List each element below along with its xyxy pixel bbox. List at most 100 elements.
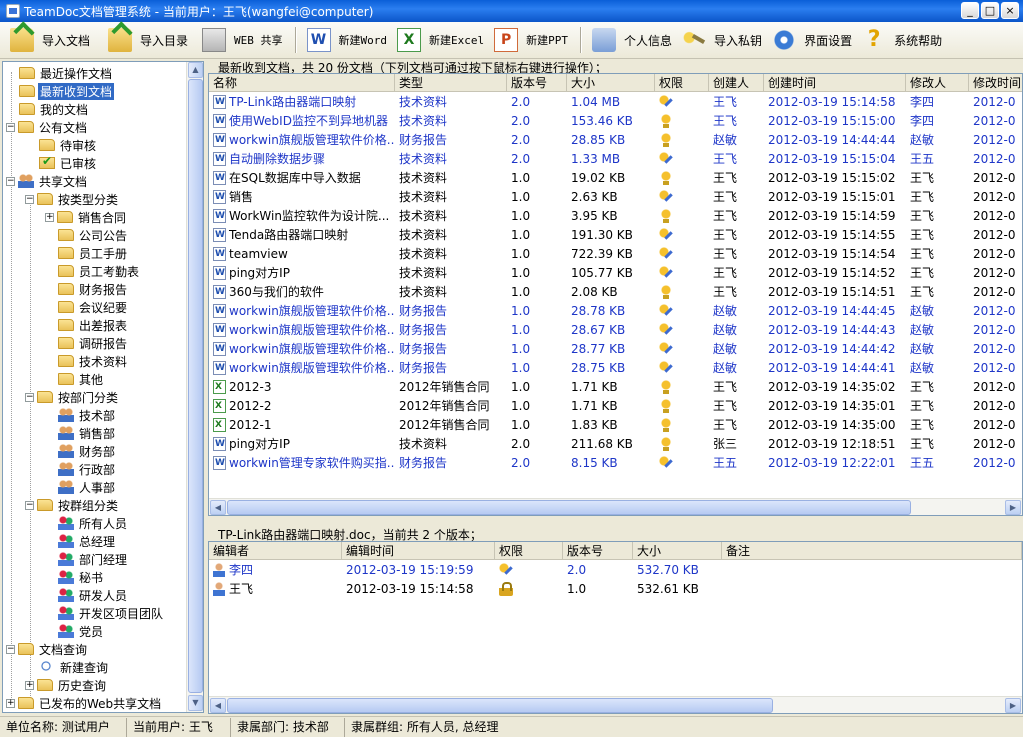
tree-item-group[interactable]: 所有人员 <box>58 514 129 532</box>
personal-info-button[interactable]: 个人信息 <box>588 25 678 55</box>
new-excel-button[interactable]: X 新建Excel <box>393 25 490 55</box>
tree-item-dept[interactable]: 技术部 <box>58 406 117 424</box>
scroll-down-arrow[interactable]: ▼ <box>188 695 203 711</box>
table-row[interactable]: 2012-1 2012年销售合同 1.0 1.83 KB 王飞 2012-03-19 14… <box>209 416 1022 435</box>
versions-horizontal-scrollbar[interactable]: ◀ ▶ <box>209 696 1022 713</box>
table-row[interactable]: 使用WebID监控不到异地机器技术资料 2.0 153.46 KB 王飞 2012-03… <box>209 112 1022 131</box>
tree-vertical-scrollbar[interactable]: ▲ ▼ <box>186 62 203 712</box>
column-header-modifier[interactable]: 修改人 <box>906 74 969 92</box>
collapse-toggle[interactable]: − <box>6 644 15 654</box>
tree-item-type-sales-contract[interactable]: + 销售合同 <box>45 208 128 226</box>
table-row[interactable]: workwin旗舰版管理软件价格... 财务报告 1.0 28.75 KB 赵敏 2012… <box>209 359 1022 378</box>
tree-item-reviewed[interactable]: 已审核 <box>39 154 98 172</box>
column-header-modified[interactable]: 修改时间 <box>969 74 1022 92</box>
column-header-note[interactable]: 备注 <box>722 542 1022 560</box>
table-row[interactable]: 自动删除数据步骤 技术资料 2.0 1.33 MB 王飞 2012-03-19 15:15… <box>209 150 1022 169</box>
table-row[interactable]: 360与我们的软件 技术资料 1.0 2.08 KB 王飞 2012-03-19 15:1… <box>209 283 1022 302</box>
tree-item-my-docs[interactable]: 我的文档 <box>19 100 90 118</box>
tree-item-pending-review[interactable]: 待审核 <box>39 136 98 154</box>
tree-item-public-docs[interactable]: − 公有文档 <box>6 118 89 136</box>
expand-toggle[interactable]: + <box>45 212 54 222</box>
collapse-toggle[interactable]: − <box>6 122 15 132</box>
tree-item-type[interactable]: 公司公告 <box>58 226 129 244</box>
tree-item-group[interactable]: 总经理 <box>58 532 117 550</box>
scroll-up-arrow[interactable]: ▲ <box>188 62 203 78</box>
tree-item-type[interactable]: 其他 <box>58 370 105 388</box>
table-row[interactable]: TP-Link路由器端口映射 技术资料 2.0 1.04 MB 王飞 2012-03-19… <box>209 93 1022 112</box>
documents-horizontal-scrollbar[interactable]: ◀ ▶ <box>209 498 1022 515</box>
table-row[interactable]: workwin旗舰版管理软件价格... 财务报告 1.0 28.78 KB 赵敏 2012… <box>209 302 1022 321</box>
table-row[interactable]: workwin旗舰版管理软件价格... 财务报告 2.0 28.85 KB 赵敏 2012… <box>209 131 1022 150</box>
column-header-created[interactable]: 创建时间 <box>764 74 906 92</box>
table-row[interactable]: ping对方IP 技术资料 2.0 211.68 KB 张三 2012-03-19 12:… <box>209 435 1022 454</box>
import-document-button[interactable]: 导入文档 <box>6 25 96 55</box>
scroll-right-arrow[interactable]: ▶ <box>1005 698 1021 713</box>
table-row[interactable]: 王飞 2012-03-19 15:14:58 1.0 532.61 KB <box>209 580 1022 599</box>
table-row[interactable]: ping对方IP 技术资料 1.0 105.77 KB 王飞 2012-03-19 15:… <box>209 264 1022 283</box>
column-header-creator[interactable]: 创建人 <box>709 74 764 92</box>
close-button[interactable]: × <box>1001 2 1019 19</box>
tree-item-dept[interactable]: 销售部 <box>58 424 117 442</box>
scroll-thumb[interactable] <box>188 79 203 693</box>
tree-item-recent-ops[interactable]: 最近操作文档 <box>19 64 114 82</box>
web-share-button[interactable]: WEB 共享 <box>198 25 289 55</box>
tree-item-by-type[interactable]: − 按类型分类 <box>25 190 120 208</box>
new-ppt-button[interactable]: P 新建PPT <box>490 25 574 55</box>
table-row[interactable]: workwin旗舰版管理软件价格... 财务报告 1.0 28.77 KB 赵敏 2012… <box>209 340 1022 359</box>
tree-item-group[interactable]: 党员 <box>58 622 105 640</box>
table-row[interactable]: 2012-3 2012年销售合同 1.0 1.71 KB 王飞 2012-03-19 14… <box>209 378 1022 397</box>
table-row[interactable]: 在SQL数据库中导入数据 技术资料 1.0 19.02 KB 王飞 2012-03-19 … <box>209 169 1022 188</box>
tree-item-group[interactable]: 秘书 <box>58 568 105 586</box>
column-header-name[interactable]: 名称 <box>209 74 395 92</box>
collapse-toggle[interactable]: − <box>25 194 34 204</box>
ui-settings-button[interactable]: 界面设置 <box>768 25 858 55</box>
tree-item-shared-docs[interactable]: − 共享文档 <box>6 172 89 190</box>
tree-item-type[interactable]: 技术资料 <box>58 352 129 370</box>
column-header-editor[interactable]: 编辑者 <box>209 542 342 560</box>
table-row[interactable]: 李四 2012-03-19 15:19:59 2.0 532.70 KB <box>209 561 1022 580</box>
table-row[interactable]: WorkWin监控软件为设计院... 技术资料 1.0 3.95 KB 王飞 2012-0… <box>209 207 1022 226</box>
table-row[interactable]: 2012-2 2012年销售合同 1.0 1.71 KB 王飞 2012-03-19 14… <box>209 397 1022 416</box>
tree-item-type[interactable]: 员工手册 <box>58 244 129 262</box>
tree-item-new-query[interactable]: 新建查询 <box>39 658 110 676</box>
column-header-version[interactable]: 版本号 <box>507 74 567 92</box>
scroll-left-arrow[interactable]: ◀ <box>210 698 226 713</box>
column-header-size[interactable]: 大小 <box>567 74 655 92</box>
tree-item-by-group[interactable]: − 按群组分类 <box>25 496 120 514</box>
tree-item-published-web[interactable]: + 已发布的Web共享文档 <box>6 694 163 712</box>
new-word-button[interactable]: W 新建Word <box>303 25 394 55</box>
table-row[interactable]: workwin旗舰版管理软件价格... 财务报告 1.0 28.67 KB 赵敏 2012… <box>209 321 1022 340</box>
help-button[interactable]: ? 系统帮助 <box>858 25 948 55</box>
tree-item-type[interactable]: 出差报表 <box>58 316 129 334</box>
scroll-thumb[interactable] <box>227 698 773 713</box>
column-header-size[interactable]: 大小 <box>633 542 722 560</box>
tree-item-group[interactable]: 研发人员 <box>58 586 129 604</box>
tree-item-dept[interactable]: 人事部 <box>58 478 117 496</box>
column-header-type[interactable]: 类型 <box>395 74 507 92</box>
column-header-edit-time[interactable]: 编辑时间 <box>342 542 495 560</box>
table-row[interactable]: teamview 技术资料 1.0 722.39 KB 王飞 2012-03-19 15:… <box>209 245 1022 264</box>
tree-item-recent-received[interactable]: 最新收到文档 <box>19 82 115 100</box>
tree-item-dept[interactable]: 行政部 <box>58 460 117 478</box>
tree-item-by-dept[interactable]: − 按部门分类 <box>25 388 120 406</box>
expand-toggle[interactable]: + <box>6 698 15 708</box>
tree-item-doc-query[interactable]: − 文档查询 <box>6 640 89 658</box>
table-row[interactable]: 销售 技术资料 1.0 2.63 KB 王飞 2012-03-19 15:15:01 王飞 2… <box>209 188 1022 207</box>
tree-item-dept[interactable]: 财务部 <box>58 442 117 460</box>
tree-item-group[interactable]: 部门经理 <box>58 550 129 568</box>
import-key-button[interactable]: 导入私钥 <box>678 25 768 55</box>
column-header-permission[interactable]: 权限 <box>655 74 709 92</box>
maximize-button[interactable]: □ <box>981 2 999 19</box>
scroll-right-arrow[interactable]: ▶ <box>1005 500 1021 515</box>
tree-item-type[interactable]: 员工考勤表 <box>58 262 141 280</box>
tree-item-type[interactable]: 会议纪要 <box>58 298 129 316</box>
collapse-toggle[interactable]: − <box>25 392 34 402</box>
tree-item-group[interactable]: 开发区项目团队 <box>58 604 165 622</box>
scroll-thumb[interactable] <box>227 500 911 515</box>
tree-item-history-query[interactable]: + 历史查询 <box>25 676 108 694</box>
column-header-permission[interactable]: 权限 <box>495 542 563 560</box>
collapse-toggle[interactable]: − <box>25 500 34 510</box>
table-row[interactable]: workwin管理专家软件购买指... 财务报告 2.0 8.15 KB 王五 2012-… <box>209 454 1022 473</box>
expand-toggle[interactable]: + <box>25 680 34 690</box>
minimize-button[interactable]: _ <box>961 2 979 19</box>
